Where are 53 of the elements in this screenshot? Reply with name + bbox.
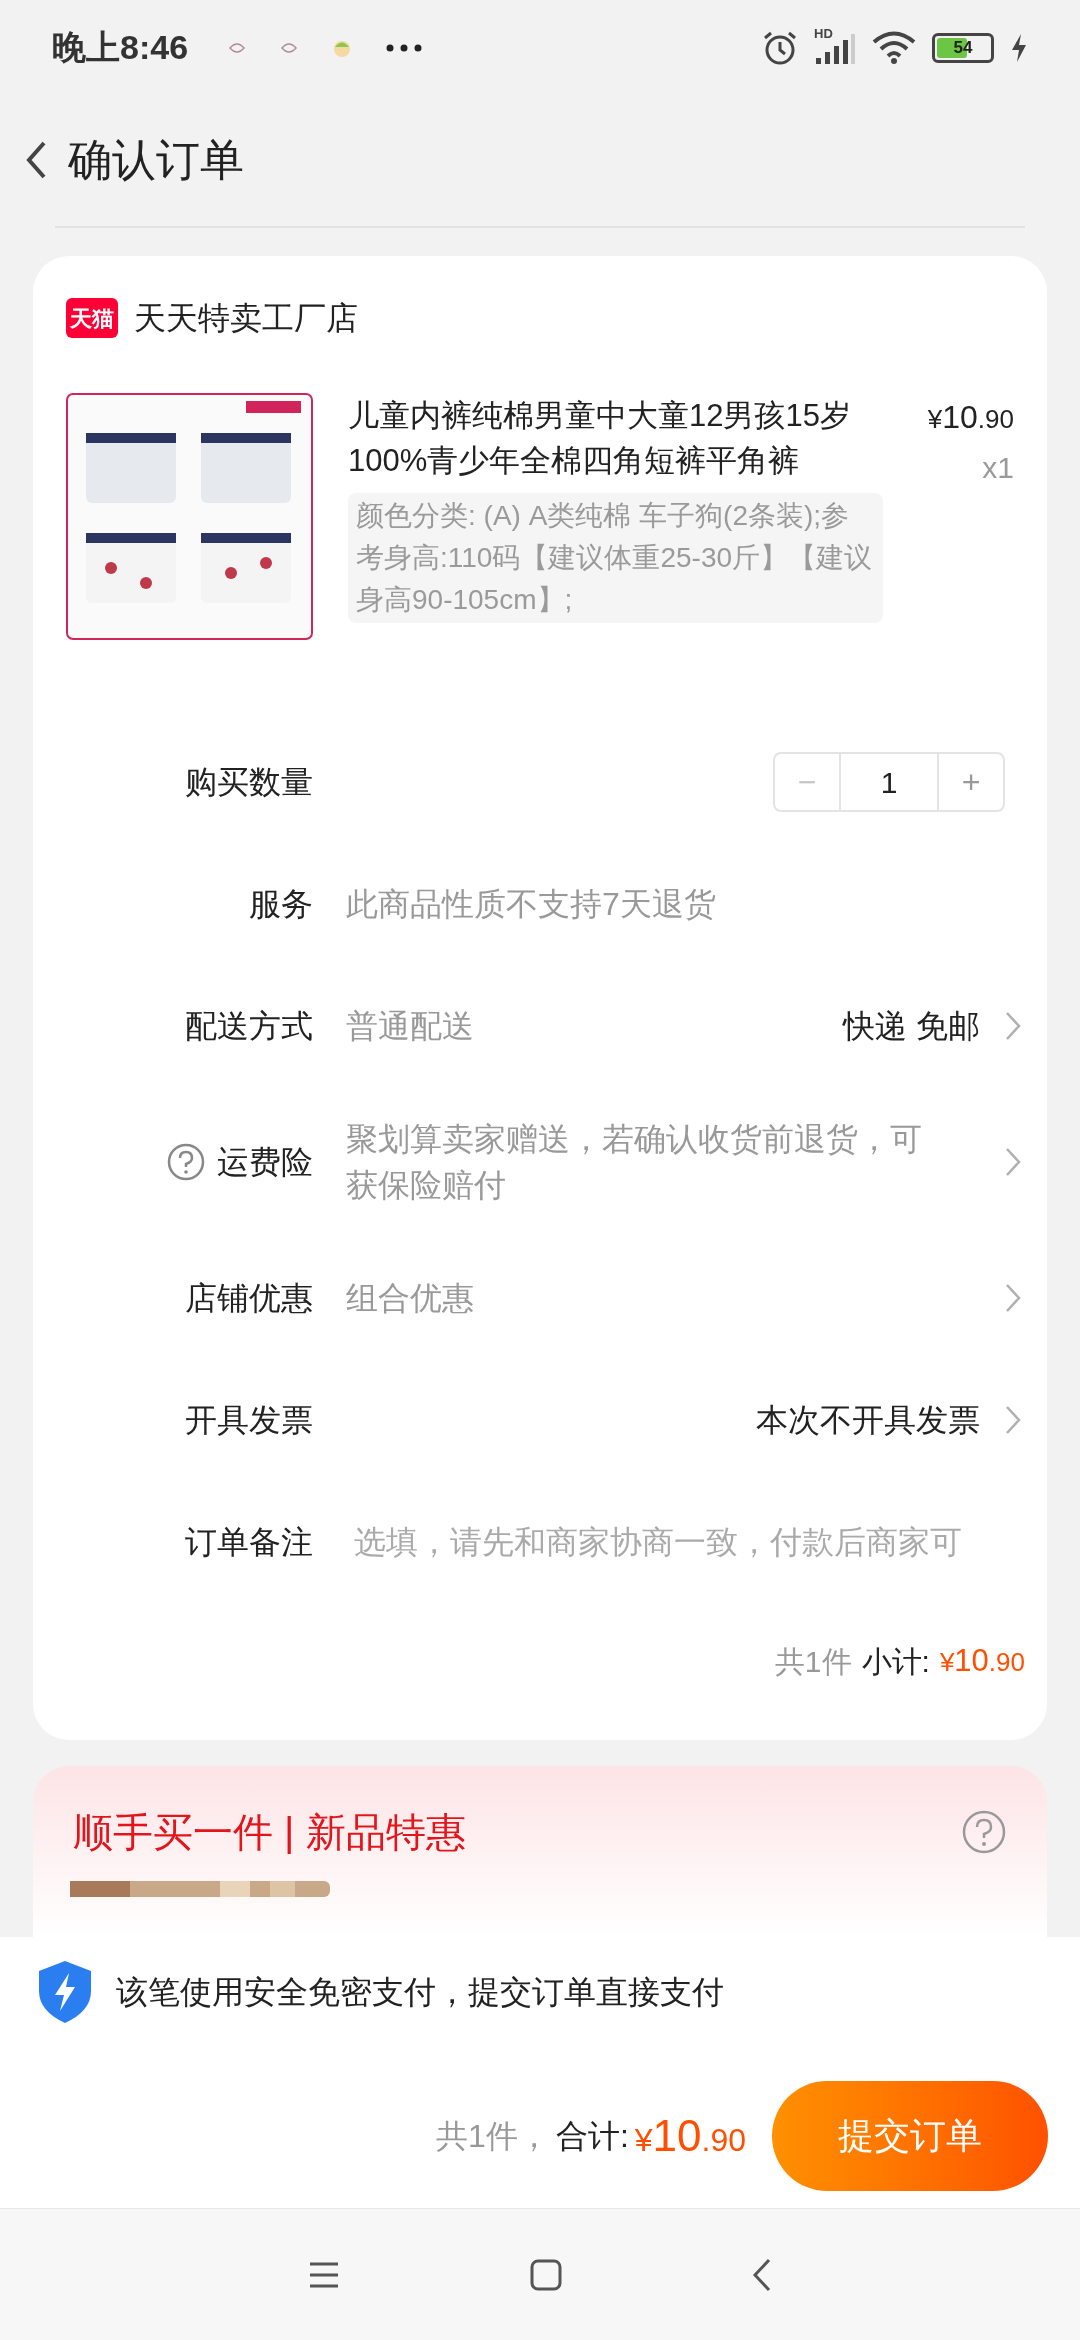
price: ¥10.90 [939, 1641, 1025, 1680]
row-option: 快递 免邮 [843, 1002, 980, 1050]
store-logo: 天猫 [66, 298, 118, 338]
square-icon [530, 2258, 562, 2291]
total-label: 合计: [555, 2117, 629, 2156]
row-value: 组合优惠 [346, 1279, 474, 1318]
payment-notice: 该笔使用安全免密支付，提交订单直接支付 [116, 1973, 724, 2012]
price: ¥10.90 [927, 398, 1014, 437]
chevron-right-icon [1004, 1010, 1022, 1042]
row-value: 普通配送 [346, 1007, 474, 1046]
price: ¥10.90 [634, 2110, 746, 2162]
quantity-label: x1 [982, 450, 1014, 486]
home-button[interactable] [530, 2258, 562, 2291]
shop-name[interactable]: 天天特卖工厂店 [134, 294, 358, 342]
wifi-icon [872, 30, 916, 65]
upsell-title: 顺手买一件 | 新品特惠 [73, 1809, 466, 1856]
menu-icon [308, 2260, 340, 2289]
item-count: 共1件 [774, 1643, 852, 1680]
network-label: HD [814, 24, 833, 43]
row-option: 本次不开具发票 [756, 1396, 980, 1444]
row-label: 配送方式 [185, 1007, 313, 1046]
product-title[interactable]: 儿童内裤纯棉男童中大童12男孩15岁100%青少年全棉四角短裤平角裤 [348, 393, 893, 483]
back-button[interactable] [752, 2257, 772, 2292]
row-value: 此商品性质不支持7天退货 [346, 885, 716, 924]
more-dots-icon [386, 43, 423, 52]
charging-icon [1010, 32, 1028, 63]
back-icon [25, 140, 47, 180]
help-icon [961, 1809, 1007, 1855]
back-icon [752, 2257, 772, 2292]
row-label: 服务 [249, 885, 313, 924]
subtotal-label: 小计: [861, 1643, 930, 1680]
chevron-right-icon [1004, 1282, 1022, 1314]
shield-icon [36, 1959, 94, 2025]
quantity-value: 1 [879, 764, 899, 801]
row-label: 店铺优惠 [185, 1279, 313, 1318]
product-spec: 颜色分类: (A) A类纯棉 车子狗(2条装);参考身高:110码【建议体重25-30斤】【建议身高90-105cm】; [348, 493, 883, 623]
page-title: 确认订单 [68, 134, 244, 186]
status-time: 晚上8:46 [52, 27, 189, 68]
row-label: 运费险 [217, 1143, 313, 1182]
option-row[interactable]: 配送方式 普通配送 快递 免邮 [33, 965, 1047, 1087]
option-row[interactable]: 店铺优惠 组合优惠 [33, 1237, 1047, 1359]
chevron-right-icon [1004, 1146, 1022, 1178]
row-value: 聚划算卖家赠送，若确认收货前退货，可获保险赔付 [346, 1120, 923, 1205]
option-row[interactable]: 运费险 聚划算卖家赠送，若确认收货前退货，可获保险赔付 [33, 1087, 1047, 1237]
recent-apps-button[interactable] [308, 2260, 340, 2289]
row-label: 开具发票 [185, 1401, 313, 1440]
item-count: 共1件， [436, 2117, 550, 2156]
note-field[interactable]: 选填，请先和商家协商一致，付款后商家可 [354, 1518, 1022, 1566]
alarm-icon [762, 29, 798, 66]
row-label: 订单备注 [185, 1523, 313, 1562]
chevron-right-icon [1004, 1404, 1022, 1436]
option-row[interactable]: 开具发票 本次不开具发票 [33, 1359, 1047, 1481]
row-label: 购买数量 [185, 763, 313, 802]
